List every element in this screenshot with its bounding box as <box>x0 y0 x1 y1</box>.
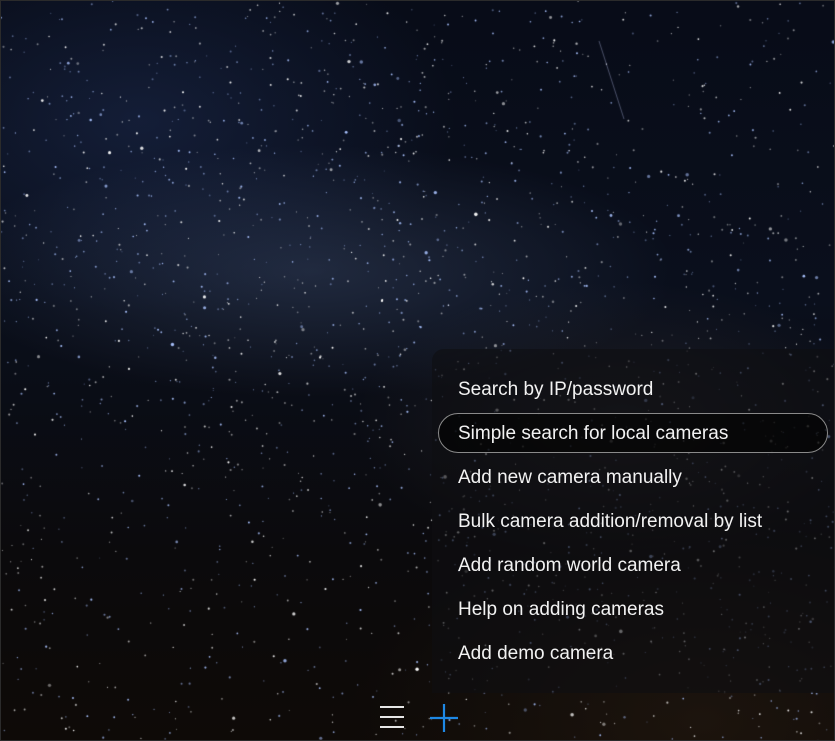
add-camera-button[interactable] <box>427 701 461 735</box>
plus-icon <box>430 704 458 732</box>
app-window: Search by IP/password Simple search for … <box>0 0 835 741</box>
menu-item-search-by-ip[interactable]: Search by IP/password <box>438 369 828 409</box>
menu-item-help-adding[interactable]: Help on adding cameras <box>438 589 828 629</box>
menu-item-add-manually[interactable]: Add new camera manually <box>438 457 828 497</box>
menu-item-random-world-camera[interactable]: Add random world camera <box>438 545 828 585</box>
hamburger-menu-icon <box>380 706 404 728</box>
menu-button[interactable] <box>375 701 409 735</box>
menu-item-simple-search[interactable]: Simple search for local cameras <box>438 413 828 453</box>
menu-item-bulk-addition[interactable]: Bulk camera addition/removal by list <box>438 501 828 541</box>
add-camera-menu: Search by IP/password Simple search for … <box>432 349 834 693</box>
menu-item-add-demo-camera[interactable]: Add demo camera <box>438 633 828 673</box>
